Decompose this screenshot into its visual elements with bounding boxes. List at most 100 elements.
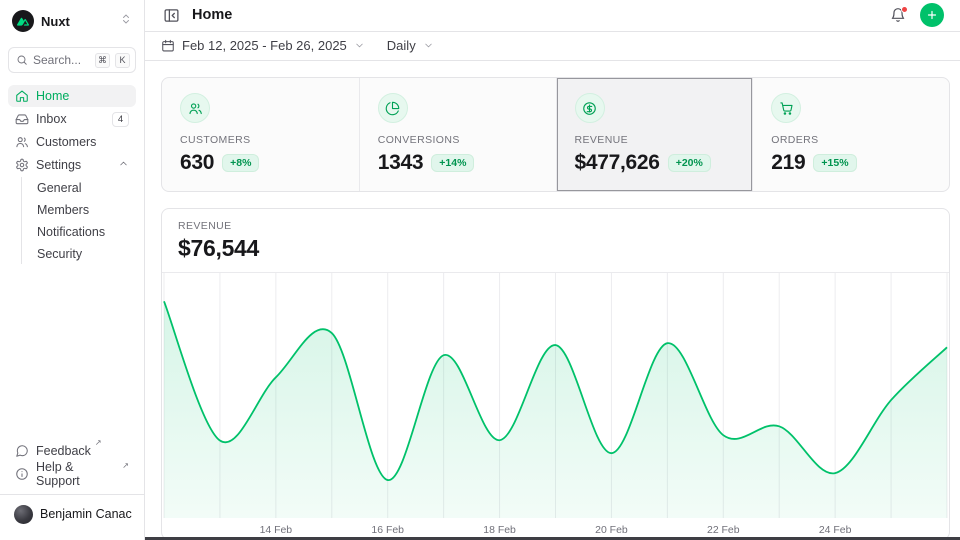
sidebar-divider: [0, 494, 144, 495]
dashboard-app: Nuxt ⌘ K Home Inbox 4: [0, 0, 960, 540]
help-support-link[interactable]: Help & Support ↗: [8, 463, 136, 485]
sidebar-item-label: Customers: [36, 135, 96, 149]
chevron-down-icon: [423, 40, 434, 51]
nuxt-logo-icon: [12, 10, 34, 32]
topbar: Home: [145, 0, 960, 32]
granularity-label: Daily: [387, 38, 416, 53]
chart-header: REVENUE $76,544: [162, 209, 949, 273]
external-link-icon: ↗: [95, 438, 102, 447]
notification-dot: [901, 6, 908, 13]
sub-item-label: General: [37, 181, 81, 195]
external-link-icon: ↗: [122, 461, 129, 470]
sidebar-item-label: Settings: [36, 158, 81, 172]
footer-link-label: Feedback: [36, 444, 91, 458]
chart-plot: 14 Feb 16 Feb 18 Feb 20 Feb 22 Feb 24 Feb: [162, 273, 949, 539]
stat-revenue[interactable]: REVENUE $477,626 +20%: [556, 78, 753, 191]
workspace-name: Nuxt: [41, 14, 70, 29]
stat-conversions[interactable]: CONVERSIONS 1343 +14%: [359, 78, 556, 191]
date-range-label: Feb 12, 2025 - Feb 26, 2025: [182, 38, 347, 53]
add-button[interactable]: [920, 3, 944, 27]
sidebar-item-members[interactable]: Members: [22, 199, 136, 220]
sidebar-nav: Home Inbox 4 Customers Settings: [8, 85, 136, 264]
stat-value: $477,626: [575, 151, 660, 175]
revenue-chart-card: REVENUE $76,544 14 Feb16 Feb18 Feb20: [161, 208, 950, 540]
page-title: Home: [192, 7, 232, 23]
inbox-icon: [15, 112, 29, 126]
calendar-icon: [161, 39, 175, 53]
stat-value: 1343: [378, 151, 424, 175]
user-menu[interactable]: Benjamin Canac: [8, 496, 136, 532]
sidebar-item-customers[interactable]: Customers: [8, 131, 136, 153]
sidebar-footer: Feedback ↗ Help & Support ↗ Benjamin Can…: [8, 440, 136, 532]
stat-label: CONVERSIONS: [378, 134, 538, 146]
k-keycap: K: [115, 53, 130, 68]
footer-link-label: Help & Support: [36, 460, 118, 488]
revenue-area-chart[interactable]: 14 Feb 16 Feb 18 Feb 20 Feb 22 Feb 24 Feb: [162, 273, 949, 539]
sidebar-item-inbox[interactable]: Inbox 4: [8, 108, 136, 130]
stats-row: CUSTOMERS 630 +8% CONVERSIONS 1343 +14%: [161, 77, 950, 192]
chart-title: REVENUE: [178, 220, 933, 232]
sidebar-item-notifications[interactable]: Notifications: [22, 221, 136, 242]
settings-sub-list: General Members Notifications Security: [21, 177, 136, 264]
date-range-picker[interactable]: Feb 12, 2025 - Feb 26, 2025: [161, 38, 365, 53]
svg-text:16 Feb: 16 Feb: [371, 525, 404, 536]
sidebar-item-general[interactable]: General: [22, 177, 136, 198]
chart-current-value: $76,544: [178, 235, 933, 262]
users-icon: [15, 135, 29, 149]
chart-x-axis-labels: 14 Feb 16 Feb 18 Feb 20 Feb 22 Feb 24 Feb: [260, 525, 852, 536]
chevron-down-icon: [354, 40, 365, 51]
sidebar-item-settings[interactable]: Settings: [8, 154, 136, 176]
user-avatar: [14, 505, 33, 524]
sidebar-collapse-button[interactable]: [161, 5, 182, 26]
svg-text:22 Feb: 22 Feb: [707, 525, 740, 536]
stat-delta-badge: +20%: [668, 154, 711, 172]
sidebar-item-home[interactable]: Home: [8, 85, 136, 107]
workspace-switcher[interactable]: Nuxt: [8, 8, 136, 34]
stat-orders[interactable]: ORDERS 219 +15%: [752, 78, 949, 191]
stat-label: CUSTOMERS: [180, 134, 341, 146]
stat-label: ORDERS: [771, 134, 931, 146]
stat-customers[interactable]: CUSTOMERS 630 +8%: [162, 78, 359, 191]
sidebar-item-security[interactable]: Security: [22, 243, 136, 264]
stat-value: 630: [180, 151, 214, 175]
main-panel: Home Feb 12, 2025 - Feb 26, 2025 Daily: [145, 0, 960, 540]
sidebar: Nuxt ⌘ K Home Inbox 4: [0, 0, 145, 540]
pie-chart-icon: [378, 93, 408, 123]
cmd-keycap: ⌘: [95, 53, 110, 68]
stat-delta-badge: +15%: [813, 154, 856, 172]
sub-item-label: Notifications: [37, 225, 105, 239]
gear-icon: [15, 158, 29, 172]
cart-icon: [771, 93, 801, 123]
chevron-up-icon: [118, 158, 129, 172]
panel-left-close-icon: [163, 7, 180, 24]
stat-delta-badge: +8%: [222, 154, 259, 172]
users-icon: [180, 93, 210, 123]
stat-value: 219: [771, 151, 805, 175]
svg-text:20 Feb: 20 Feb: [595, 525, 628, 536]
svg-text:18 Feb: 18 Feb: [483, 525, 516, 536]
search-icon: [16, 54, 28, 66]
plus-icon: [926, 9, 938, 21]
search-input[interactable]: [33, 53, 90, 67]
info-circle-icon: [15, 467, 29, 481]
stat-delta-badge: +14%: [431, 154, 474, 172]
dollar-circle-icon: [575, 93, 605, 123]
sidebar-item-label: Home: [36, 89, 69, 103]
message-bubble-icon: [15, 444, 29, 458]
notifications-button[interactable]: [888, 5, 908, 25]
sub-item-label: Security: [37, 247, 82, 261]
stat-label: REVENUE: [575, 134, 735, 146]
search-input-wrapper: ⌘ K: [8, 47, 136, 73]
content: CUSTOMERS 630 +8% CONVERSIONS 1343 +14%: [145, 61, 960, 540]
granularity-select[interactable]: Daily: [387, 38, 434, 53]
inbox-count-badge: 4: [112, 112, 129, 127]
chevrons-up-down-icon: [120, 12, 132, 30]
feedback-link[interactable]: Feedback ↗: [8, 440, 136, 462]
filter-bar: Feb 12, 2025 - Feb 26, 2025 Daily: [145, 32, 960, 61]
svg-text:14 Feb: 14 Feb: [260, 525, 293, 536]
svg-text:24 Feb: 24 Feb: [819, 525, 852, 536]
home-icon: [15, 89, 29, 103]
sidebar-item-label: Inbox: [36, 112, 67, 126]
sub-item-label: Members: [37, 203, 89, 217]
user-name: Benjamin Canac: [40, 507, 132, 521]
